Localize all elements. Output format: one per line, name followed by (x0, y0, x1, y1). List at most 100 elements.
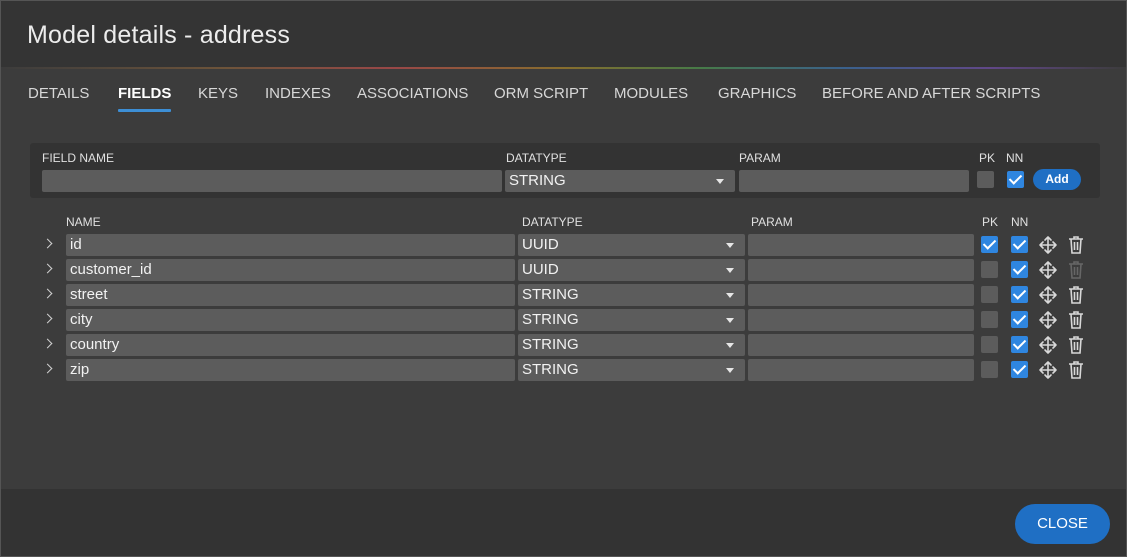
table-row: id UUID (1, 234, 1126, 256)
param-cell[interactable] (748, 234, 974, 256)
pk-checkbox[interactable] (981, 286, 998, 303)
add-button[interactable]: Add (1033, 169, 1081, 190)
caret-down-icon (726, 318, 734, 323)
chevron-right-icon[interactable] (42, 313, 53, 324)
move-arrows-icon[interactable] (1038, 260, 1058, 280)
param-cell[interactable] (748, 309, 974, 331)
trash-icon[interactable] (1067, 235, 1085, 255)
grid-header: NAME DATATYPE PARAM PK NN (1, 215, 1126, 229)
tab-keys[interactable]: KEYS (198, 85, 238, 102)
field-name-cell[interactable]: zip (66, 359, 515, 381)
pk-checkbox[interactable] (981, 261, 998, 278)
pk-checkbox[interactable] (981, 311, 998, 328)
move-arrows-icon[interactable] (1038, 310, 1058, 330)
field-name-cell[interactable]: country (66, 334, 515, 356)
datatype-cell-value: STRING (522, 286, 579, 303)
caret-down-icon (726, 368, 734, 373)
tab-fields[interactable]: FIELDS (118, 85, 172, 112)
pk-checkbox[interactable] (981, 336, 998, 353)
nn-column-header: NN (1011, 215, 1029, 229)
nn-checkbox[interactable] (1007, 171, 1024, 188)
caret-down-icon (716, 179, 724, 184)
datatype-column-header: DATATYPE (522, 215, 583, 229)
title-divider (1, 67, 1126, 69)
move-arrows-icon[interactable] (1038, 360, 1058, 380)
move-arrows-icon[interactable] (1038, 285, 1058, 305)
param-cell[interactable] (748, 284, 974, 306)
param-label: PARAM (739, 151, 781, 165)
table-row: city STRING (1, 309, 1126, 331)
caret-down-icon (726, 343, 734, 348)
datatype-cell-value: UUID (522, 236, 559, 253)
move-arrows-icon[interactable] (1038, 235, 1058, 255)
caret-down-icon (726, 293, 734, 298)
trash-icon[interactable] (1067, 310, 1085, 330)
tab-indexes[interactable]: INDEXES (265, 85, 331, 102)
tab-orm-script[interactable]: ORM SCRIPT (494, 85, 588, 102)
field-name-label: FIELD NAME (42, 151, 115, 165)
move-arrows-icon[interactable] (1038, 335, 1058, 355)
datatype-select[interactable]: STRING (505, 170, 735, 192)
datatype-label: DATATYPE (506, 151, 567, 165)
datatype-cell-value: STRING (522, 361, 579, 378)
table-row: customer_id UUID (1, 259, 1126, 281)
param-column-header: PARAM (751, 215, 793, 229)
param-cell[interactable] (748, 334, 974, 356)
chevron-right-icon[interactable] (42, 238, 53, 249)
nn-checkbox[interactable] (1011, 286, 1028, 303)
datatype-select-value: STRING (509, 172, 566, 189)
table-row: street STRING (1, 284, 1126, 306)
table-row: zip STRING (1, 359, 1126, 381)
tab-before-after-scripts[interactable]: BEFORE AND AFTER SCRIPTS (822, 85, 1040, 102)
name-column-header: NAME (66, 215, 101, 229)
datatype-cell[interactable]: STRING (518, 284, 745, 306)
trash-icon[interactable] (1067, 335, 1085, 355)
trash-icon[interactable] (1067, 285, 1085, 305)
dialog-title: Model details - address (27, 21, 291, 49)
table-row: country STRING (1, 334, 1126, 356)
chevron-right-icon[interactable] (42, 338, 53, 349)
nn-checkbox[interactable] (1011, 361, 1028, 378)
caret-down-icon (726, 268, 734, 273)
param-cell[interactable] (748, 259, 974, 281)
datatype-cell[interactable]: STRING (518, 359, 745, 381)
chevron-right-icon[interactable] (42, 263, 53, 274)
caret-down-icon (726, 243, 734, 248)
close-button[interactable]: CLOSE (1015, 504, 1110, 544)
field-name-input[interactable] (42, 170, 502, 192)
field-name-cell[interactable]: id (66, 234, 515, 256)
field-name-cell[interactable]: street (66, 284, 515, 306)
datatype-cell-value: UUID (522, 261, 559, 278)
pk-checkbox[interactable] (981, 361, 998, 378)
pk-checkbox[interactable] (977, 171, 994, 188)
param-input[interactable] (739, 170, 969, 192)
tab-associations[interactable]: ASSOCIATIONS (357, 85, 468, 102)
pk-checkbox[interactable] (981, 236, 998, 253)
chevron-right-icon[interactable] (42, 363, 53, 374)
pk-label: PK (979, 151, 996, 165)
nn-checkbox[interactable] (1011, 261, 1028, 278)
tab-modules[interactable]: MODULES (614, 85, 688, 102)
datatype-cell[interactable]: UUID (518, 259, 745, 281)
trash-icon[interactable] (1067, 360, 1085, 380)
nn-label: NN (1006, 151, 1024, 165)
datatype-cell-value: STRING (522, 311, 579, 328)
title-bar: Model details - address (1, 1, 1126, 67)
dialog-footer: CLOSE (1, 489, 1126, 556)
nn-checkbox[interactable] (1011, 236, 1028, 253)
nn-checkbox[interactable] (1011, 336, 1028, 353)
nn-checkbox[interactable] (1011, 311, 1028, 328)
tab-details[interactable]: DETAILS (28, 85, 89, 102)
datatype-cell-value: STRING (522, 336, 579, 353)
param-cell[interactable] (748, 359, 974, 381)
datatype-cell[interactable]: STRING (518, 334, 745, 356)
field-name-cell[interactable]: customer_id (66, 259, 515, 281)
datatype-cell[interactable]: STRING (518, 309, 745, 331)
pk-column-header: PK (982, 215, 999, 229)
trash-icon (1069, 261, 1083, 279)
chevron-right-icon[interactable] (42, 288, 53, 299)
new-field-panel: FIELD NAME DATATYPE PARAM PK NN STRING A… (30, 143, 1100, 198)
field-name-cell[interactable]: city (66, 309, 515, 331)
tab-graphics[interactable]: GRAPHICS (718, 85, 796, 102)
datatype-cell[interactable]: UUID (518, 234, 745, 256)
